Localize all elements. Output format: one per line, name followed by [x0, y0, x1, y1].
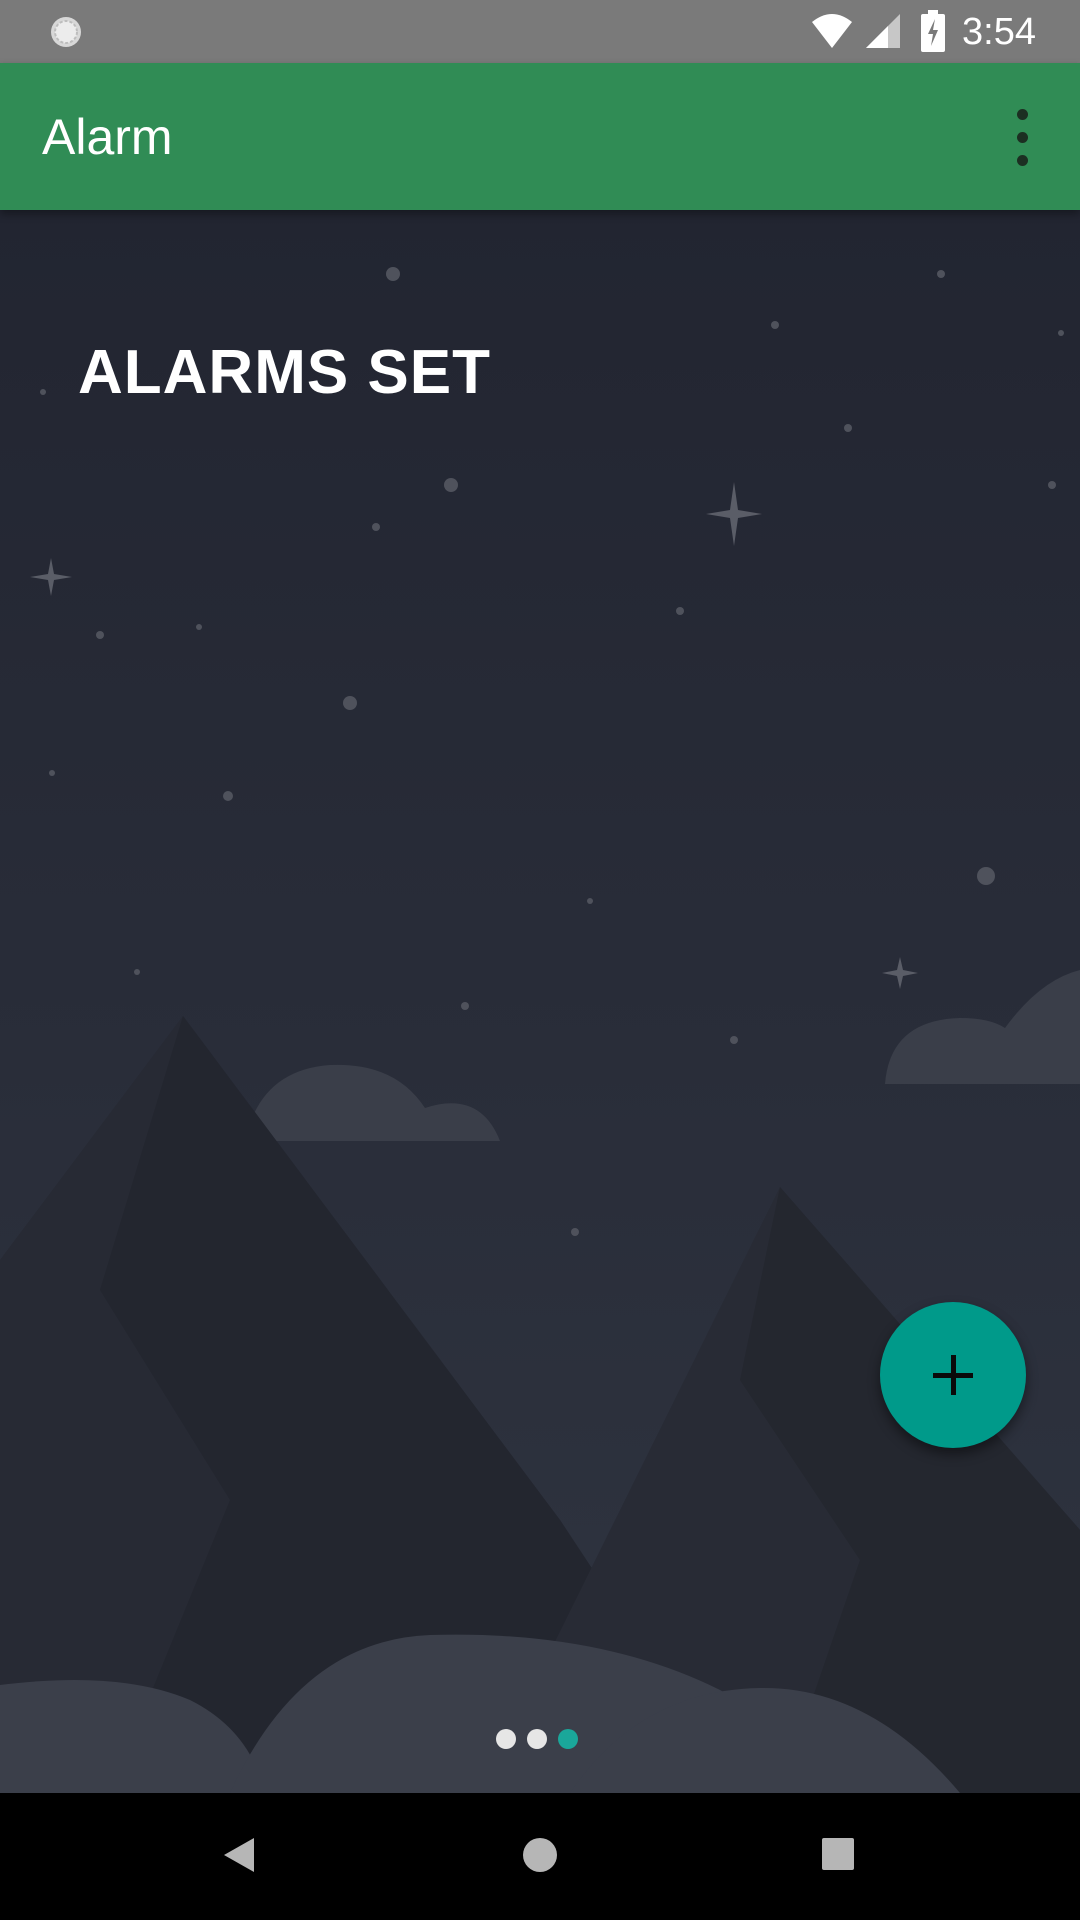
- wifi-icon: [812, 14, 852, 48]
- app-bar: Alarm: [0, 63, 1080, 210]
- navigation-bar: [0, 1793, 1080, 1920]
- recents-icon[interactable]: [821, 1837, 855, 1871]
- signal-icon: [866, 14, 900, 48]
- add-alarm-button[interactable]: [880, 1302, 1026, 1448]
- page-dot-1[interactable]: [496, 1729, 516, 1749]
- loading-icon: [51, 17, 81, 47]
- alarm-scene: ALARMS SET: [0, 210, 1080, 1793]
- night-sky-illustration: [0, 210, 1080, 1793]
- page-dot-3-active[interactable]: [558, 1729, 578, 1749]
- page-indicator: [496, 1729, 586, 1751]
- back-icon[interactable]: [222, 1836, 256, 1874]
- home-icon[interactable]: [521, 1836, 559, 1874]
- app-title: Alarm: [42, 109, 173, 165]
- battery-charging-icon: [921, 10, 945, 52]
- page-title: ALARMS SET: [78, 338, 491, 407]
- status-time: 3:54: [962, 11, 1036, 53]
- page-dot-2[interactable]: [527, 1729, 547, 1749]
- status-bar: 3:54: [0, 0, 1080, 63]
- more-vert-icon[interactable]: [1000, 103, 1046, 173]
